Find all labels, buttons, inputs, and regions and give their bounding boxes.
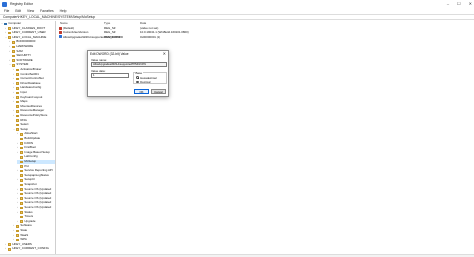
key-tree-pane[interactable]: ⌄ Computer › HKEY_CLASSES_ROOT › HKEY_CURRENT… xyxy=(0,21,56,254)
folder-icon xyxy=(19,192,23,196)
folder-icon xyxy=(15,123,19,127)
folder-icon xyxy=(15,224,19,228)
address-bar[interactable]: Computer\HKEY_LOCAL_MACHINE\SYSTEM\Setup… xyxy=(0,14,474,20)
folder-icon xyxy=(15,96,19,99)
folder-icon xyxy=(11,40,15,44)
folder-icon xyxy=(15,73,19,76)
folder-icon xyxy=(15,82,19,85)
tree-item[interactable]: › Keyboard Layout xyxy=(13,95,42,100)
folder-icon xyxy=(15,234,19,237)
menu-file[interactable]: File xyxy=(4,9,9,13)
hexadecimal-radio[interactable] xyxy=(136,76,139,79)
base-group: Base Hexadecimal Decimal xyxy=(133,71,167,84)
folder-icon xyxy=(15,119,19,122)
computer-icon xyxy=(3,22,7,26)
folder-icon xyxy=(19,132,23,136)
folder-icon xyxy=(15,128,19,131)
tree-item[interactable]: › ResourcePolicyStore xyxy=(13,113,47,118)
folder-icon xyxy=(19,151,23,154)
value-type: REG_DWORD xyxy=(104,34,124,39)
folder-icon xyxy=(19,206,23,210)
folder-icon xyxy=(15,77,19,81)
folder-icon xyxy=(7,36,11,39)
string-value-icon xyxy=(59,30,62,34)
value-data: 0x00000001 (1) xyxy=(140,34,161,39)
binary-value-icon xyxy=(59,35,62,39)
menu-view[interactable]: View xyxy=(27,9,34,13)
menu-favorites[interactable]: Favorites xyxy=(40,9,54,13)
folder-icon xyxy=(11,45,15,49)
folder-icon xyxy=(15,100,19,104)
value-name-field[interactable]: AllowUpgradesWithUnsupportedTPMOrCPU xyxy=(91,62,167,67)
window-controls: – ☐ ✕ xyxy=(447,1,472,7)
folder-icon xyxy=(7,31,11,35)
folder-icon xyxy=(15,229,19,233)
close-button[interactable]: ✕ xyxy=(469,1,472,7)
decimal-label: Decimal xyxy=(140,80,151,84)
folder-icon xyxy=(19,160,23,164)
menu-help[interactable]: Help xyxy=(60,9,67,13)
tree-item[interactable]: MoSetup xyxy=(17,159,55,164)
menu-edit[interactable]: Edit xyxy=(15,9,21,13)
folder-icon xyxy=(19,165,23,168)
tree-item-label: HKEY_CURRENT_CONFIG xyxy=(12,246,49,251)
dialog-close-icon[interactable]: ✕ xyxy=(163,51,166,56)
folder-icon xyxy=(19,215,23,219)
folder-icon xyxy=(15,68,19,72)
tree-item[interactable]: › Source OS (Updated xyxy=(17,205,51,210)
base-label: Base xyxy=(135,71,143,75)
window-title: Registry Editor xyxy=(10,2,33,6)
hexadecimal-option[interactable]: Hexadecimal xyxy=(136,76,156,80)
folder-icon xyxy=(19,211,23,214)
folder-icon xyxy=(19,174,23,177)
decimal-radio[interactable] xyxy=(136,80,139,84)
tree-item[interactable]: › HKEY_CURRENT_CONFIG xyxy=(5,247,49,251)
folder-icon xyxy=(7,27,11,30)
tree-item[interactable]: › HardwareConfig xyxy=(13,86,41,90)
column-name[interactable]: Name xyxy=(60,21,68,25)
string-value-icon xyxy=(59,26,62,30)
folder-icon xyxy=(19,183,23,187)
folder-icon xyxy=(19,137,23,141)
folder-icon xyxy=(15,105,19,108)
edit-dword-dialog: Edit DWORD (32-bit) Value ✕ Value name: … xyxy=(87,50,169,97)
folder-icon xyxy=(19,178,23,182)
folder-icon xyxy=(19,188,23,191)
folder-icon xyxy=(19,201,23,205)
minimize-button[interactable]: – xyxy=(447,1,449,7)
value-row[interactable]: AllowUpgradesWithUnsupportedTPMOrCPU REG_… xyxy=(57,35,257,39)
folder-icon xyxy=(19,142,23,145)
cancel-button[interactable]: Cancel xyxy=(151,89,166,94)
value-data-field[interactable]: 1 xyxy=(91,73,129,78)
title-bar: Registry Editor – ☐ ✕ xyxy=(0,0,474,8)
maximize-button[interactable]: ☐ xyxy=(457,1,461,7)
folder-icon xyxy=(15,238,19,242)
folder-icon xyxy=(19,155,23,159)
folder-icon xyxy=(11,54,15,58)
column-data[interactable]: Data xyxy=(140,21,146,25)
dialog-title: Edit DWORD (32-bit) Value xyxy=(90,52,129,56)
column-headers: Name Type Data xyxy=(57,21,474,25)
folder-icon xyxy=(15,91,19,95)
folder-icon xyxy=(11,59,15,62)
hexadecimal-label: Hexadecimal xyxy=(140,75,157,80)
folder-icon xyxy=(7,243,11,246)
ok-button[interactable]: OK xyxy=(134,89,149,94)
folder-icon xyxy=(15,114,19,118)
folder-icon xyxy=(15,109,19,113)
folder-icon xyxy=(19,197,23,200)
folder-icon xyxy=(11,63,15,67)
folder-icon xyxy=(7,247,11,251)
folder-icon xyxy=(19,146,23,150)
folder-icon xyxy=(11,50,15,53)
registry-editor-icon xyxy=(2,1,7,7)
folder-icon xyxy=(19,169,23,173)
decimal-option[interactable]: Decimal xyxy=(136,80,150,84)
column-type[interactable]: Type xyxy=(104,21,110,25)
folder-icon xyxy=(15,86,19,90)
